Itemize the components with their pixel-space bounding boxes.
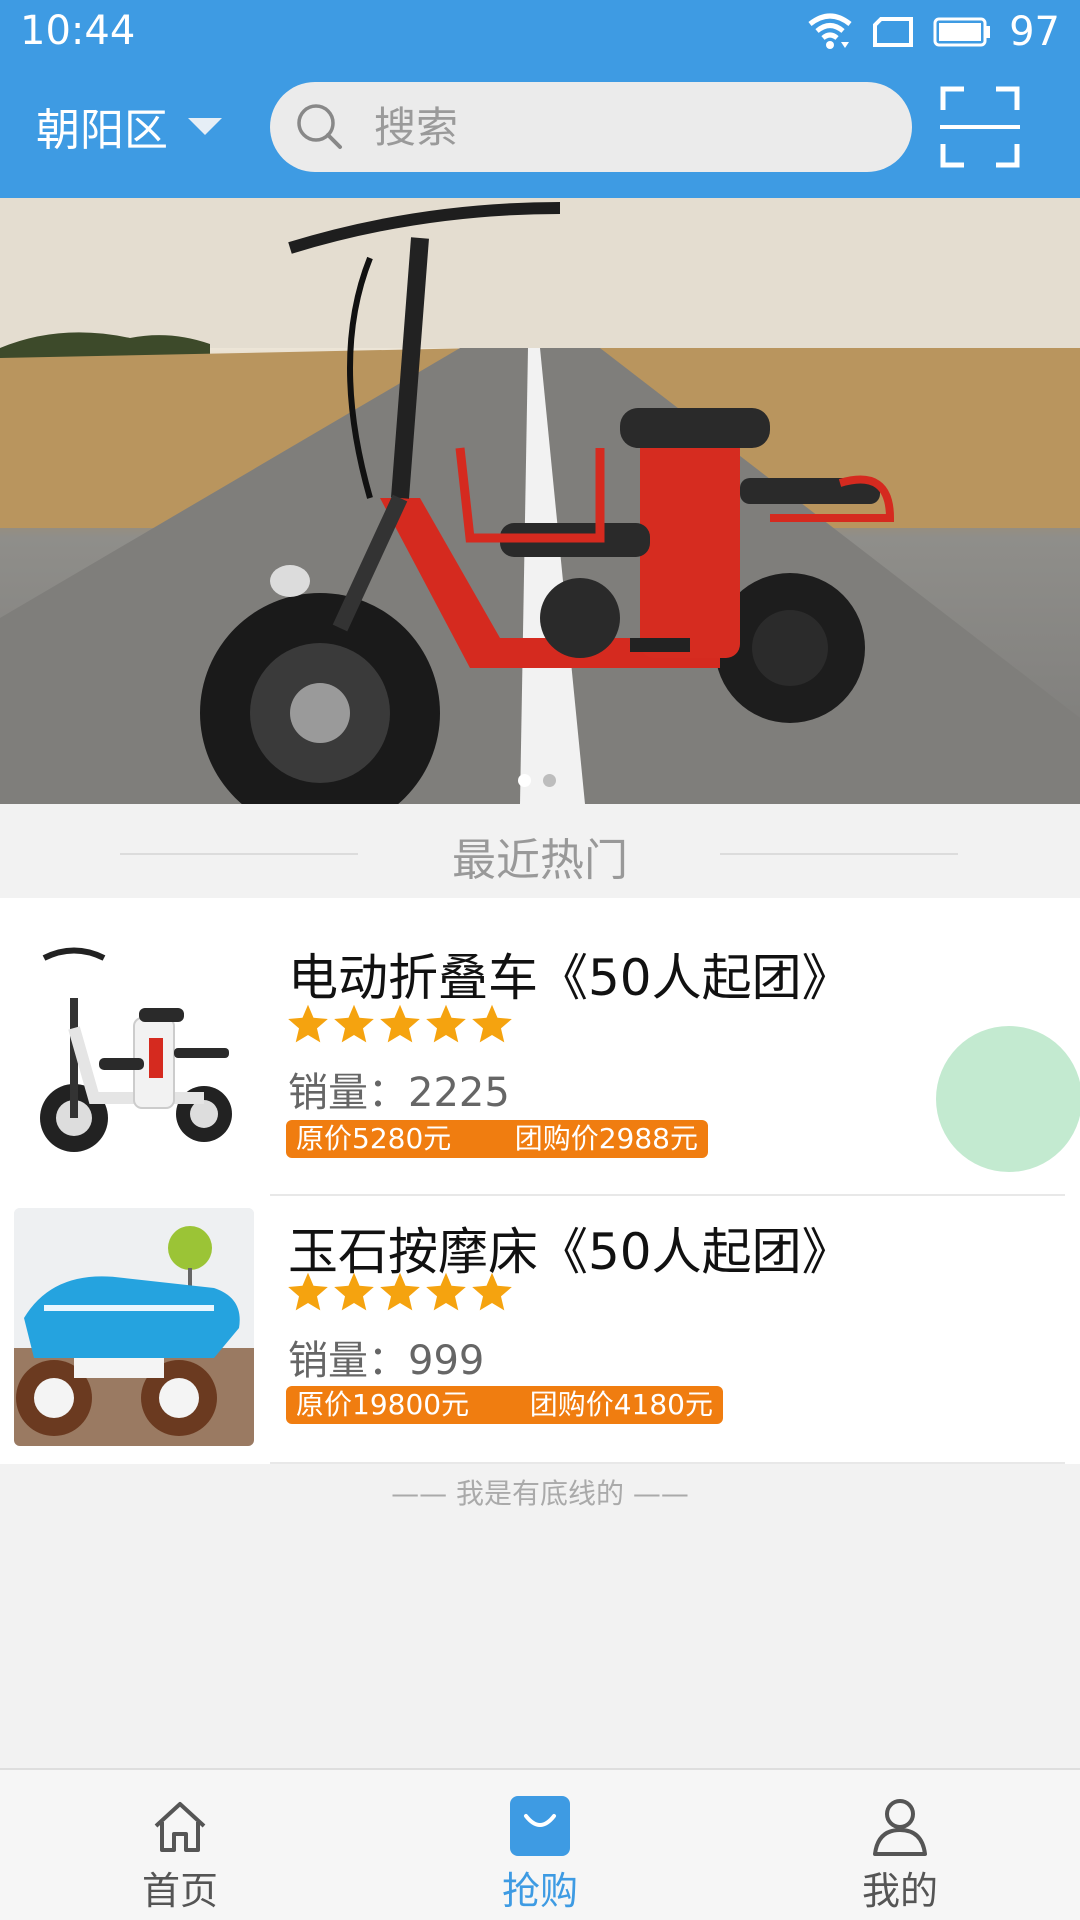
battery-level: 97 [1009, 9, 1060, 55]
sales-count: 销量：999 [288, 1338, 485, 1384]
electric-bike-image [0, 198, 1080, 804]
home-icon [154, 1802, 206, 1852]
top-bar: 朝阳区 [0, 64, 1080, 198]
list-end-text: —— 我是有底线的 —— [391, 1477, 689, 1510]
product-card[interactable]: 电动折叠车《50人起团》 销量：2225 原价5280元 团购价2988元 [0, 898, 1080, 1176]
floating-action-button[interactable] [936, 1026, 1080, 1172]
price-tag: 原价19800元 团购价4180元 [286, 1386, 723, 1424]
tab-label: 我的 [861, 1869, 938, 1913]
star-icon [426, 1004, 466, 1043]
star-icon [380, 1272, 420, 1311]
star-icon [334, 1004, 374, 1043]
group-price: 团购价2988元 [514, 1122, 698, 1155]
tab-label: 首页 [141, 1869, 218, 1913]
star-icon [472, 1272, 512, 1311]
status-icons: 97 [807, 9, 1060, 55]
scan-icon[interactable] [940, 86, 1020, 168]
search-bar[interactable] [270, 82, 912, 172]
price-tag: 原价5280元 团购价2988元 [286, 1120, 708, 1158]
pagination-dot-active[interactable] [518, 774, 531, 787]
pagination-dot[interactable] [543, 774, 556, 787]
shopping-bag-icon [510, 1796, 570, 1856]
section-title: 最近热门 [452, 835, 628, 886]
original-price: 原价5280元 [296, 1122, 452, 1155]
star-icon [472, 1004, 512, 1043]
product-image [14, 1208, 254, 1446]
search-icon [297, 104, 342, 149]
star-icon [288, 1272, 328, 1311]
search-input[interactable] [374, 102, 874, 152]
sim-icon [873, 17, 914, 47]
tab-flash-sale[interactable]: 抢购 [440, 1770, 640, 1920]
group-price: 团购价4180元 [529, 1388, 713, 1421]
divider-line [720, 853, 958, 855]
bottom-tab-bar: 首页 抢购 我的 [0, 1768, 1080, 1920]
star-icon [334, 1272, 374, 1311]
wifi-icon [808, 13, 852, 49]
battery-icon [933, 17, 991, 47]
rating-stars [286, 1270, 514, 1314]
caret-down-icon [188, 117, 222, 135]
location-selector[interactable]: 朝阳区 [36, 94, 222, 158]
product-image [14, 938, 254, 1176]
product-card[interactable]: 玉石按摩床《50人起团》 销量：999 原价19800元 团购价4180元 [0, 1194, 1080, 1464]
product-list: 电动折叠车《50人起团》 销量：2225 原价5280元 团购价2988元 玉石… [0, 898, 1080, 1464]
status-bar: 10:44 97 [0, 0, 1080, 64]
rating-stars [286, 1002, 514, 1046]
star-icon [288, 1004, 328, 1043]
status-time: 10:44 [20, 8, 136, 54]
original-price: 原价19800元 [296, 1388, 470, 1421]
person-icon [873, 1799, 927, 1856]
banner-pagination [518, 774, 556, 787]
star-icon [426, 1272, 466, 1311]
location-label: 朝阳区 [36, 105, 168, 156]
sales-count: 销量：2225 [288, 1070, 510, 1116]
tab-label: 抢购 [501, 1869, 578, 1913]
section-header: 最近热门 [0, 804, 1080, 898]
promo-banner[interactable] [0, 198, 1080, 804]
product-title[interactable]: 电动折叠车《50人起团》 [288, 938, 852, 1010]
tab-profile[interactable]: 我的 [800, 1770, 1000, 1920]
star-icon [380, 1004, 420, 1043]
tab-home[interactable]: 首页 [80, 1770, 280, 1920]
list-divider [270, 1462, 1065, 1464]
